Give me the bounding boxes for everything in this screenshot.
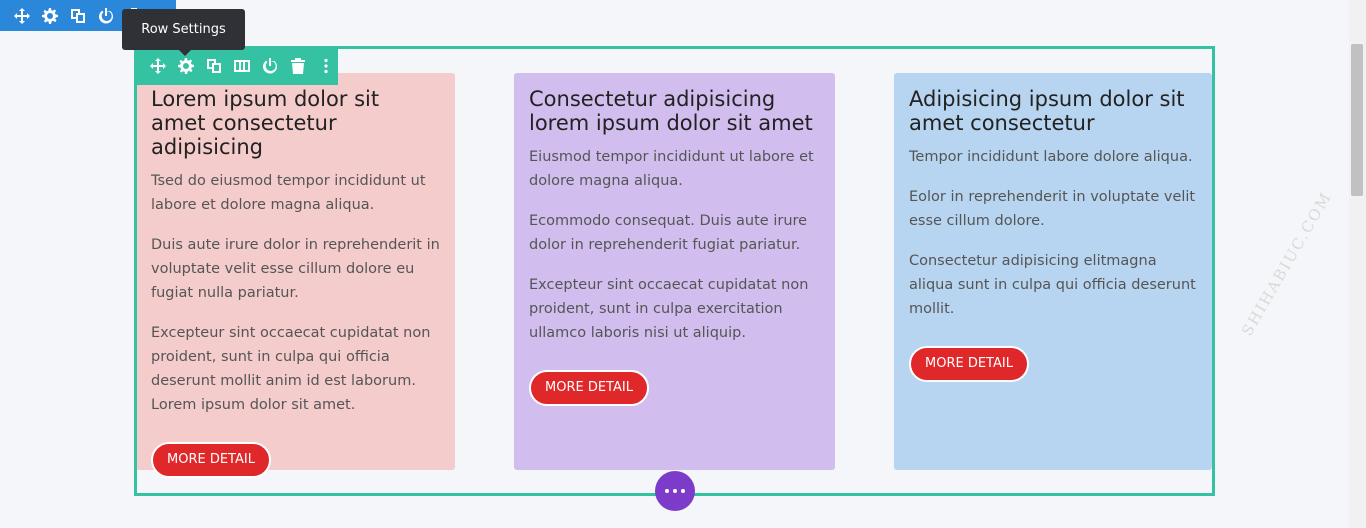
gear-icon[interactable] xyxy=(38,4,62,28)
dot-icon xyxy=(673,489,677,493)
duplicate-icon[interactable] xyxy=(202,54,226,78)
more-vertical-icon[interactable] xyxy=(314,54,338,78)
scrollbar-thumb[interactable] xyxy=(1351,44,1363,196)
row-frame xyxy=(134,46,1215,496)
dot-icon xyxy=(665,489,669,493)
move-icon[interactable] xyxy=(146,54,170,78)
gear-icon[interactable] xyxy=(174,54,198,78)
move-icon[interactable] xyxy=(10,4,34,28)
power-icon[interactable] xyxy=(94,4,118,28)
columns-icon[interactable] xyxy=(230,54,254,78)
trash-icon[interactable] xyxy=(286,54,310,78)
watermark: SHIHABIUC.COM xyxy=(1238,188,1336,339)
duplicate-icon[interactable] xyxy=(66,4,90,28)
power-icon[interactable] xyxy=(258,54,282,78)
vertical-scrollbar[interactable] xyxy=(1349,0,1366,528)
more-options-button[interactable] xyxy=(655,471,695,511)
row-toolbar xyxy=(134,47,338,85)
dot-icon xyxy=(681,489,685,493)
row-settings-tooltip: Row Settings xyxy=(122,9,245,56)
